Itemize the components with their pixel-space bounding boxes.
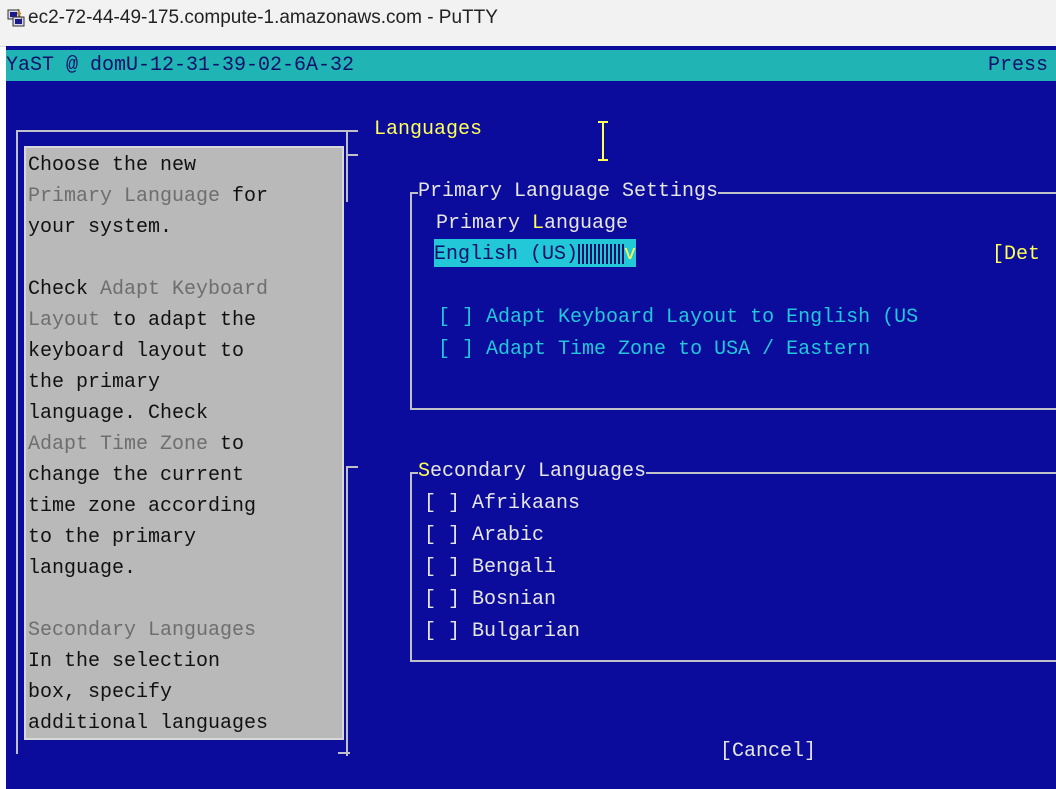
help-text-segment: In the selection [28, 650, 221, 673]
help-text-segment: language. [28, 557, 137, 580]
details-button[interactable]: [Det [992, 239, 1040, 270]
help-keyword: Secondary Languages [28, 619, 257, 642]
frame-line [346, 130, 348, 202]
secondary-language-item[interactable]: [ ] Arabic [424, 520, 544, 551]
help-text-segment: language. Check [28, 402, 209, 425]
help-text-segment: the primary [28, 371, 161, 394]
help-line: language. Check [28, 398, 208, 429]
help-line: Choose the new [28, 150, 196, 181]
help-text-segment: your system. [28, 216, 173, 239]
help-text-segment: to [208, 433, 245, 456]
window-title: ec2-72-44-49-175.compute-1.amazonaws.com… [28, 7, 498, 28]
putty-icon [7, 8, 25, 27]
help-line: Adapt Time Zone to [28, 429, 244, 460]
dropdown-fill [578, 243, 625, 264]
help-line: your system. [28, 212, 172, 243]
primary-label-rest: anguage [544, 212, 629, 235]
primary-frame-title: Primary Language Settings [418, 176, 719, 207]
secondary-frame-title-first: S [418, 460, 431, 483]
adapt-timezone-checkbox[interactable]: [ ] Adapt Time Zone to USA / Eastern [438, 334, 870, 365]
language-label: Afrikaans [472, 492, 581, 515]
frame-tick [346, 130, 358, 132]
help-text-panel[interactable]: Choose the new Primary Language for your s… [24, 146, 344, 740]
help-keyword: Primary Language [28, 185, 221, 208]
primary-language-dropdown[interactable]: English (US) v [434, 239, 637, 267]
help-line: the primary [28, 367, 160, 398]
page-title: Languages [374, 118, 483, 141]
help-text-segment: time zone according [28, 495, 257, 518]
cancel-button[interactable]: [Cancel] [720, 736, 816, 767]
frame-tick [346, 466, 358, 468]
language-label: Bengali [472, 556, 557, 579]
help-text-segment: additional languages [28, 712, 269, 735]
primary-frame-title-first: P [418, 180, 431, 203]
checkbox-box[interactable]: [ ] [424, 556, 460, 579]
help-text-segment: change the current [28, 464, 245, 487]
primary-label-prefix: Primary [436, 212, 533, 235]
terminal-screen[interactable]: YaST @ domU-12-31-39-02-6A-32 Press Choo… [6, 46, 1056, 789]
yast-status-bar: YaST @ domU-12-31-39-02-6A-32 Press [6, 50, 1056, 81]
language-label: Bulgarian [472, 620, 581, 643]
checkbox-box[interactable]: [ ] [438, 306, 474, 329]
chevron-down-icon: v [624, 243, 637, 266]
language-label: Arabic [472, 524, 545, 547]
checkbox-label: Adapt Time Zone to USA / Eastern [486, 338, 871, 361]
primary-language-value: English (US) [434, 243, 579, 266]
help-keyword: Layout [28, 309, 101, 332]
help-line: to the primary [28, 522, 196, 553]
help-line: Secondary Languages [28, 615, 256, 646]
checkbox-box[interactable]: [ ] [424, 588, 460, 611]
frame-tick [346, 154, 358, 156]
help-line: Layout to adapt the [28, 305, 256, 336]
checkbox-box[interactable]: [ ] [438, 338, 474, 361]
secondary-language-item[interactable]: [ ] Bengali [424, 552, 556, 583]
help-text-segment: keyboard layout to [28, 340, 245, 363]
help-line: In the selection [28, 646, 220, 677]
adapt-keyboard-checkbox[interactable]: [ ] Adapt Keyboard Layout to English (US [438, 302, 918, 333]
status-hint: Press [987, 54, 1048, 77]
secondary-language-item[interactable]: [ ] Bulgarian [424, 616, 580, 647]
help-keyword: Adapt Time Zone [28, 433, 209, 456]
help-line: Primary Language for [28, 181, 268, 212]
primary-frame-title-rest: rimary Language Settings [430, 180, 719, 203]
checkbox-box[interactable]: [ ] [424, 620, 460, 643]
window-titlebar[interactable]: ec2-72-44-49-175.compute-1.amazonaws.com… [0, 0, 1056, 47]
help-line: language. [28, 553, 136, 584]
status-host: YaST @ domU-12-31-39-02-6A-32 [6, 54, 355, 77]
secondary-frame-title-rest: econdary Languages [430, 460, 647, 483]
help-text-segment: Check [28, 278, 101, 301]
help-keyword: Adapt Keyboard [100, 278, 269, 301]
secondary-language-item[interactable]: [ ] Bosnian [424, 584, 556, 615]
help-text-segment: to adapt the [100, 309, 257, 332]
secondary-frame-title: Secondary Languages [418, 456, 647, 487]
primary-label-hotkey: L [532, 212, 545, 235]
help-line: Check Adapt Keyboard [28, 274, 268, 305]
secondary-language-item[interactable]: [ ] Afrikaans [424, 488, 580, 519]
help-text-segment: Choose the new [28, 154, 197, 177]
help-line: keyboard layout to [28, 336, 244, 367]
language-label: Bosnian [472, 588, 557, 611]
help-text-segment: for [220, 185, 269, 208]
help-text-segment: to the primary [28, 526, 197, 549]
help-line: box, specify [28, 677, 172, 708]
help-line: change the current [28, 460, 244, 491]
help-line: additional languages [28, 708, 269, 738]
frame-tick [338, 752, 350, 754]
checkbox-box[interactable]: [ ] [424, 492, 460, 515]
checkbox-label: Adapt Keyboard Layout to English (US [486, 306, 919, 329]
help-text-segment: box, specify [28, 681, 173, 704]
checkbox-box[interactable]: [ ] [424, 524, 460, 547]
frame-line [346, 466, 348, 756]
primary-language-label: Primary Language [436, 208, 628, 239]
help-line: time zone according [28, 491, 256, 522]
text-cursor-icon [598, 121, 608, 161]
